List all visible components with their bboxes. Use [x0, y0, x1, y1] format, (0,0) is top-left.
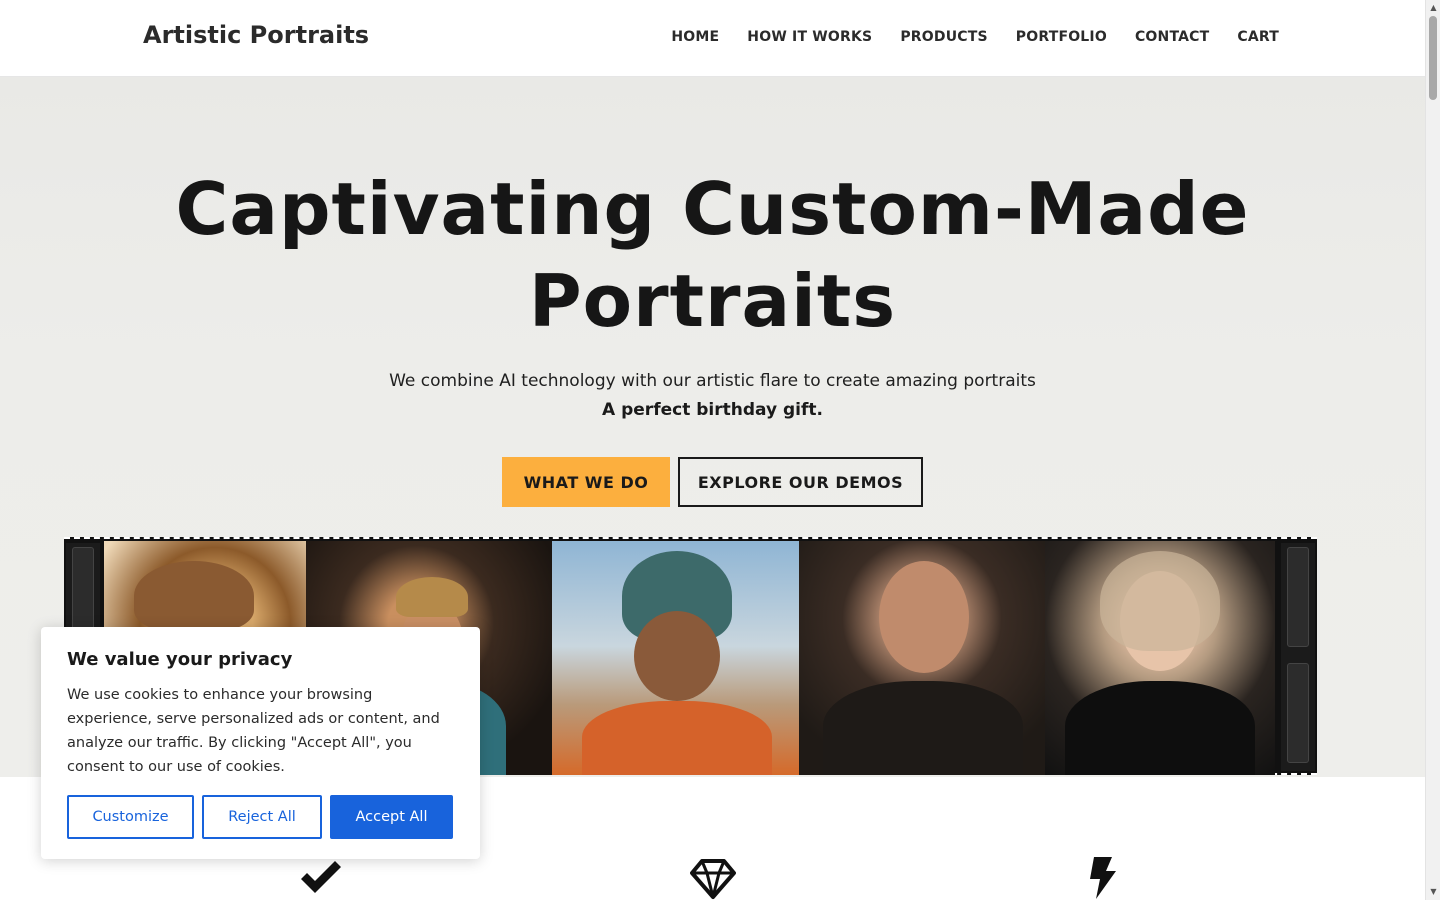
hero-subtitle: We combine AI technology with our artist… [389, 371, 1036, 391]
nav-how-it-works[interactable]: HOW IT WORKS [747, 29, 872, 45]
customize-button[interactable]: Customize [67, 795, 194, 839]
nav-cart[interactable]: CART [1237, 29, 1279, 45]
hero-title-line2: Portraits [528, 259, 897, 343]
hero-title-line1: Captivating Custom-Made [175, 167, 1250, 251]
scroll-up-icon[interactable]: ▲ [1429, 3, 1438, 13]
nav-contact[interactable]: CONTACT [1135, 29, 1209, 45]
hero-title: Captivating Custom-Made Portraits [0, 163, 1425, 347]
nav-portfolio[interactable]: PORTFOLIO [1016, 29, 1107, 45]
check-icon [298, 855, 344, 900]
portrait-image-5 [1045, 541, 1275, 775]
nav-products[interactable]: PRODUCTS [900, 29, 987, 45]
nav-home[interactable]: HOME [671, 29, 719, 45]
scrollbar-thumb[interactable] [1429, 16, 1437, 100]
portrait-image-4 [799, 541, 1045, 775]
accept-all-button[interactable]: Accept All [330, 795, 453, 839]
bolt-icon [1080, 855, 1126, 900]
cookie-text: We use cookies to enhance your browsing … [67, 687, 440, 775]
portrait-image-3 [552, 541, 799, 775]
scroll-down-icon[interactable]: ▼ [1429, 887, 1438, 897]
what-we-do-button[interactable]: WHAT WE DO [502, 457, 670, 507]
cookie-title: We value your privacy [67, 649, 293, 670]
hero-tagline: A perfect birthday gift. [602, 400, 823, 420]
reject-all-button[interactable]: Reject All [202, 795, 322, 839]
gem-icon [690, 855, 736, 900]
explore-demos-button[interactable]: EXPLORE OUR DEMOS [678, 457, 923, 507]
film-sprocket-right [1281, 543, 1315, 771]
brand-logo[interactable]: Artistic Portraits [143, 21, 369, 49]
cookie-consent-dialog: We value your privacy We use cookies to … [41, 627, 480, 859]
main-nav: HOME HOW IT WORKS PRODUCTS PORTFOLIO CON… [671, 29, 1279, 45]
site-header: Artistic Portraits HOME HOW IT WORKS PRO… [0, 0, 1425, 77]
page-scrollbar[interactable]: ▲ ▼ [1425, 0, 1440, 900]
